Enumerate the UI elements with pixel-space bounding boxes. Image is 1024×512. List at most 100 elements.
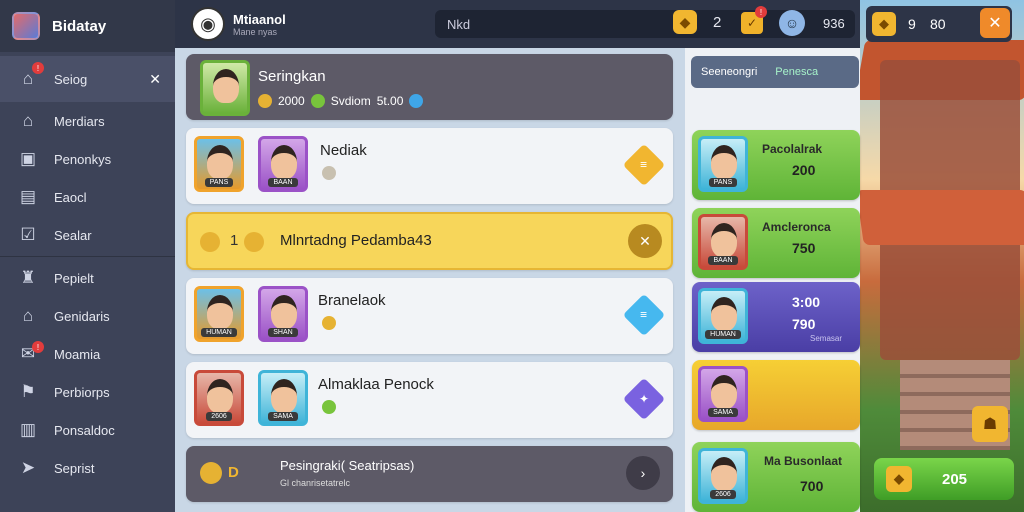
item-icon — [322, 316, 336, 330]
sidebar-item-penonkys[interactable]: ▣ Penonkys — [0, 140, 175, 178]
item-icon — [322, 166, 336, 180]
sidebar-item-pepielt[interactable]: ♜ Pepielt — [0, 259, 175, 297]
trophy-icon: ♜ — [20, 268, 36, 287]
tab-second[interactable]: Penesca — [775, 66, 818, 78]
gold-icon: ◆ — [872, 12, 896, 36]
right-tabs: Seeneongri Penesca — [691, 56, 859, 88]
currency-a: 9 — [908, 16, 916, 32]
sidebar-item-home[interactable]: ⌂ ! Seiog ✕ — [0, 56, 175, 102]
hero-label: BAAN — [708, 256, 738, 265]
stat-value: 5t.00 — [376, 94, 404, 108]
sidebar-item-perbiorps[interactable]: ⚑ Perbiorps — [0, 373, 175, 411]
hero-label: HUMAN — [705, 330, 741, 339]
hero-portrait: SAMA — [698, 366, 748, 422]
card-title: 3:00 — [792, 294, 821, 310]
list-item[interactable]: 2606 SAMA Almaklaa Penock ✦ — [186, 362, 673, 438]
hero-label: PANS — [708, 178, 738, 187]
sidebar-item-label: Perbiorps — [54, 384, 110, 400]
offer-card[interactable]: 2606 Ma Busonlaat 700 — [692, 442, 860, 512]
castle-icon: ⌂ — [22, 306, 34, 325]
divider — [0, 256, 175, 257]
coin-icon — [244, 232, 264, 252]
house-roof-lower — [856, 190, 1024, 245]
hero-portrait: HUMAN — [698, 288, 748, 344]
row-title: Seringkan — [258, 68, 326, 85]
sidebar-item-sealar[interactable]: ☑ Sealar — [0, 216, 175, 254]
close-button[interactable]: ✕ — [628, 224, 662, 258]
tab-first[interactable]: Seeneongri — [701, 66, 757, 78]
bell-icon[interactable]: ☗ — [972, 406, 1008, 442]
close-icon[interactable]: ✕ — [149, 71, 161, 88]
item-icon — [322, 400, 336, 414]
currency-b: 80 — [930, 16, 946, 32]
card-title: Amcleronca — [762, 220, 831, 234]
sidebar-item-label: Genidaris — [54, 308, 110, 324]
sidebar-header: Bidatay — [0, 0, 175, 52]
hero-label: 2606 — [206, 412, 232, 421]
list-item[interactable]: HUMAN SHAN Branelaok ≡ — [186, 278, 673, 354]
notification-badge: ! — [755, 6, 767, 18]
action-button[interactable]: ≡ — [622, 293, 666, 337]
sidebar-item-label: Seiog — [54, 71, 88, 87]
sidebar-item-label: Penonkys — [54, 151, 112, 167]
offer-card[interactable]: SAMA — [692, 360, 860, 430]
buy-value: 205 — [942, 470, 968, 488]
row-title: Mlnrtadng Pedamba43 — [280, 232, 432, 249]
sidebar-item-eaocl[interactable]: ▤ Eaocl — [0, 178, 175, 216]
username: Mtiaanol — [233, 11, 286, 27]
sidebar-item-ponsaldoc[interactable]: ▥ Ponsaldoc — [0, 411, 175, 449]
offer-card[interactable]: HUMAN 3:00 790 Semasar — [692, 282, 860, 352]
row-title: Branelaok — [318, 292, 386, 309]
sidebar-item-moamia[interactable]: ✉ ! Moamia — [0, 335, 175, 373]
gear-icon: ▤ — [19, 187, 37, 206]
row-prefix: D — [228, 464, 239, 481]
leaf-icon — [310, 94, 325, 108]
avatar[interactable]: ◉ — [191, 7, 225, 41]
hero-label: SAMA — [708, 408, 738, 417]
list-item[interactable]: PANS BAAN Nediak ≡ — [186, 128, 673, 204]
sidebar-item-merdiars[interactable]: ⌂ Merdiars — [0, 102, 175, 140]
sidebar: Bidatay ⌂ ! Seiog ✕ ⌂ Merdiars ▣ Penonky… — [0, 0, 175, 512]
card-value: 200 — [792, 162, 816, 178]
close-button[interactable]: ✕ — [980, 8, 1010, 38]
check-icon: ☑ — [20, 225, 36, 244]
offer-card[interactable]: BAAN Amcleronca 750 — [692, 208, 860, 278]
hero-portrait — [200, 60, 250, 116]
sidebar-item-genidaris[interactable]: ⌂ Genidaris — [0, 297, 175, 335]
hero-portrait: 2606 — [194, 370, 244, 426]
list-item[interactable]: D Pesingraki( Seatripsas) Gl chanrisetat… — [186, 446, 673, 502]
hero-portrait: BAAN — [258, 136, 308, 192]
house-icon: ⌂ — [22, 111, 34, 130]
card-title: Pacolalrak — [762, 142, 823, 156]
sidebar-item-label: Sealar — [54, 227, 92, 243]
hero-portrait: PANS — [698, 136, 748, 192]
buy-button[interactable]: ◆ 205 — [874, 458, 1014, 500]
hero-label: SHAN — [268, 328, 298, 337]
hero-portrait: SAMA — [258, 370, 308, 426]
chevron-right-icon[interactable]: › — [626, 456, 660, 490]
top-bar: ◉ Mtiaanol Mane nyas Nkd ◆ 2 ✓ ! ☺ 936 — [175, 0, 860, 48]
user-info: Mtiaanol Mane nyas — [233, 12, 286, 37]
sidebar-item-seprist[interactable]: ➤ Seprist — [0, 449, 175, 487]
list-item-highlighted[interactable]: 1 Mlnrtadng Pedamba43 ✕ — [186, 212, 673, 270]
shield-icon: ▣ — [19, 149, 37, 168]
app-logo — [12, 12, 40, 40]
arrow-icon: ➤ — [20, 458, 36, 477]
row-subtitle: Gl chanrisetatrelc — [280, 478, 351, 488]
card-value: 790 — [792, 316, 816, 332]
action-button[interactable]: ≡ — [622, 143, 666, 187]
sidebar-item-label: Ponsaldoc — [54, 422, 115, 438]
hero-portrait: PANS — [194, 136, 244, 192]
row-title: Nediak — [320, 142, 367, 159]
offer-card[interactable]: PANS Pacolalrak 200 — [692, 130, 860, 200]
hero-label: BAAN — [268, 178, 298, 187]
hero-portrait: SHAN — [258, 286, 308, 342]
sidebar-item-label: Seprist — [54, 460, 95, 476]
list-item[interactable]: Seringkan 2000 Svdiom 5t.00 — [186, 54, 673, 120]
card-value: 750 — [792, 240, 816, 256]
mascot-icon[interactable]: ☺ — [779, 10, 805, 36]
hero-label: 2606 — [710, 490, 736, 499]
gift-icon: ▥ — [19, 420, 37, 439]
action-button[interactable]: ✦ — [622, 377, 666, 421]
card-subtitle: Semasar — [810, 334, 843, 343]
